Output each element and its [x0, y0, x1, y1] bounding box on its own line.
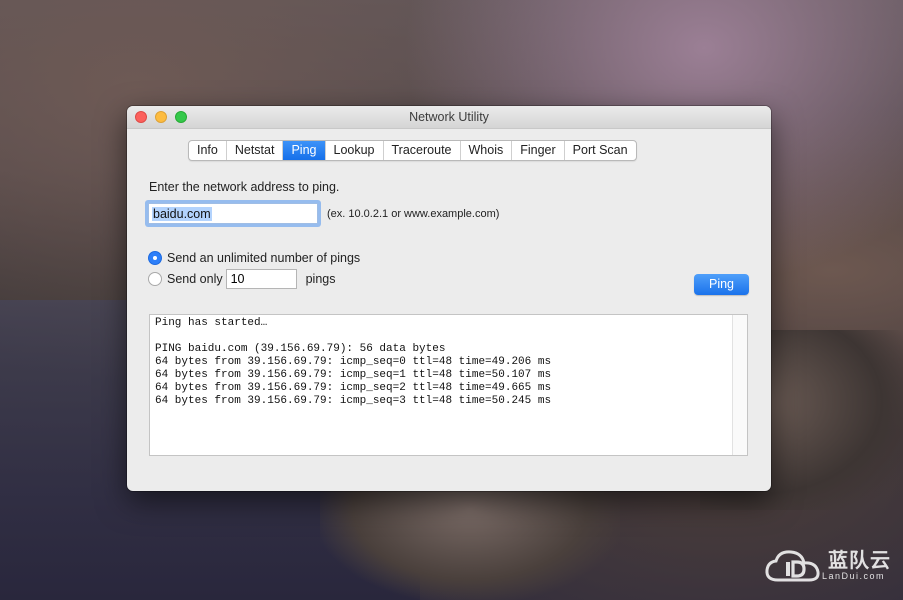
- address-hint: (ex. 10.0.2.1 or www.example.com): [327, 208, 500, 220]
- cloud-logo-icon: [765, 550, 820, 582]
- limited-radio[interactable]: [148, 272, 162, 286]
- pings-suffix: pings: [305, 272, 336, 286]
- output-text: Ping has started… PING baidu.com (39.156…: [155, 317, 551, 408]
- output-line: Ping has started…: [155, 317, 268, 329]
- title-bar[interactable]: Network Utility: [127, 106, 771, 129]
- output-line: 64 bytes from 39.156.69.79: icmp_seq=3 t…: [155, 395, 552, 407]
- ping-button[interactable]: Ping: [694, 274, 749, 295]
- watermark-site: LanDui.com: [822, 571, 886, 581]
- watermark-name: 蓝队云: [828, 550, 891, 572]
- tab-lookup[interactable]: Lookup: [326, 141, 384, 160]
- unlimited-radio[interactable]: [148, 251, 162, 265]
- output-line: PING baidu.com (39.156.69.79): 56 data b…: [155, 343, 446, 355]
- tab-finger[interactable]: Finger: [512, 141, 565, 160]
- unlimited-label: Send an unlimited number of pings: [167, 251, 361, 265]
- output-scrollbar[interactable]: [732, 315, 747, 455]
- watermark-logo: 蓝队云 LanDui.com: [764, 548, 891, 584]
- address-prompt: Enter the network address to ping.: [149, 180, 340, 194]
- tab-ping[interactable]: Ping: [283, 141, 326, 160]
- output-line: 64 bytes from 39.156.69.79: icmp_seq=1 t…: [155, 369, 552, 381]
- tab-whois[interactable]: Whois: [461, 141, 513, 160]
- watermark-text: 蓝队云 LanDui.com: [822, 551, 891, 581]
- network-utility-window: Network Utility Info Netstat Ping Lookup…: [127, 106, 771, 491]
- output-line: 64 bytes from 39.156.69.79: icmp_seq=0 t…: [155, 356, 552, 368]
- limited-pings-option[interactable]: Send only pings: [148, 269, 336, 289]
- tab-port-scan[interactable]: Port Scan: [565, 141, 636, 160]
- tab-netstat[interactable]: Netstat: [227, 141, 284, 160]
- tab-traceroute[interactable]: Traceroute: [384, 141, 461, 160]
- tab-bar: Info Netstat Ping Lookup Traceroute Whoi…: [188, 140, 637, 161]
- limited-label: Send only: [167, 272, 223, 286]
- output-line: 64 bytes from 39.156.69.79: icmp_seq=2 t…: [155, 382, 552, 394]
- ping-output[interactable]: Ping has started… PING baidu.com (39.156…: [149, 314, 748, 456]
- unlimited-pings-option[interactable]: Send an unlimited number of pings: [148, 251, 360, 265]
- ping-count-input[interactable]: [225, 269, 297, 289]
- tab-info[interactable]: Info: [189, 141, 227, 160]
- address-selection: baidu.com: [152, 207, 212, 221]
- window-title: Network Utility: [409, 110, 489, 124]
